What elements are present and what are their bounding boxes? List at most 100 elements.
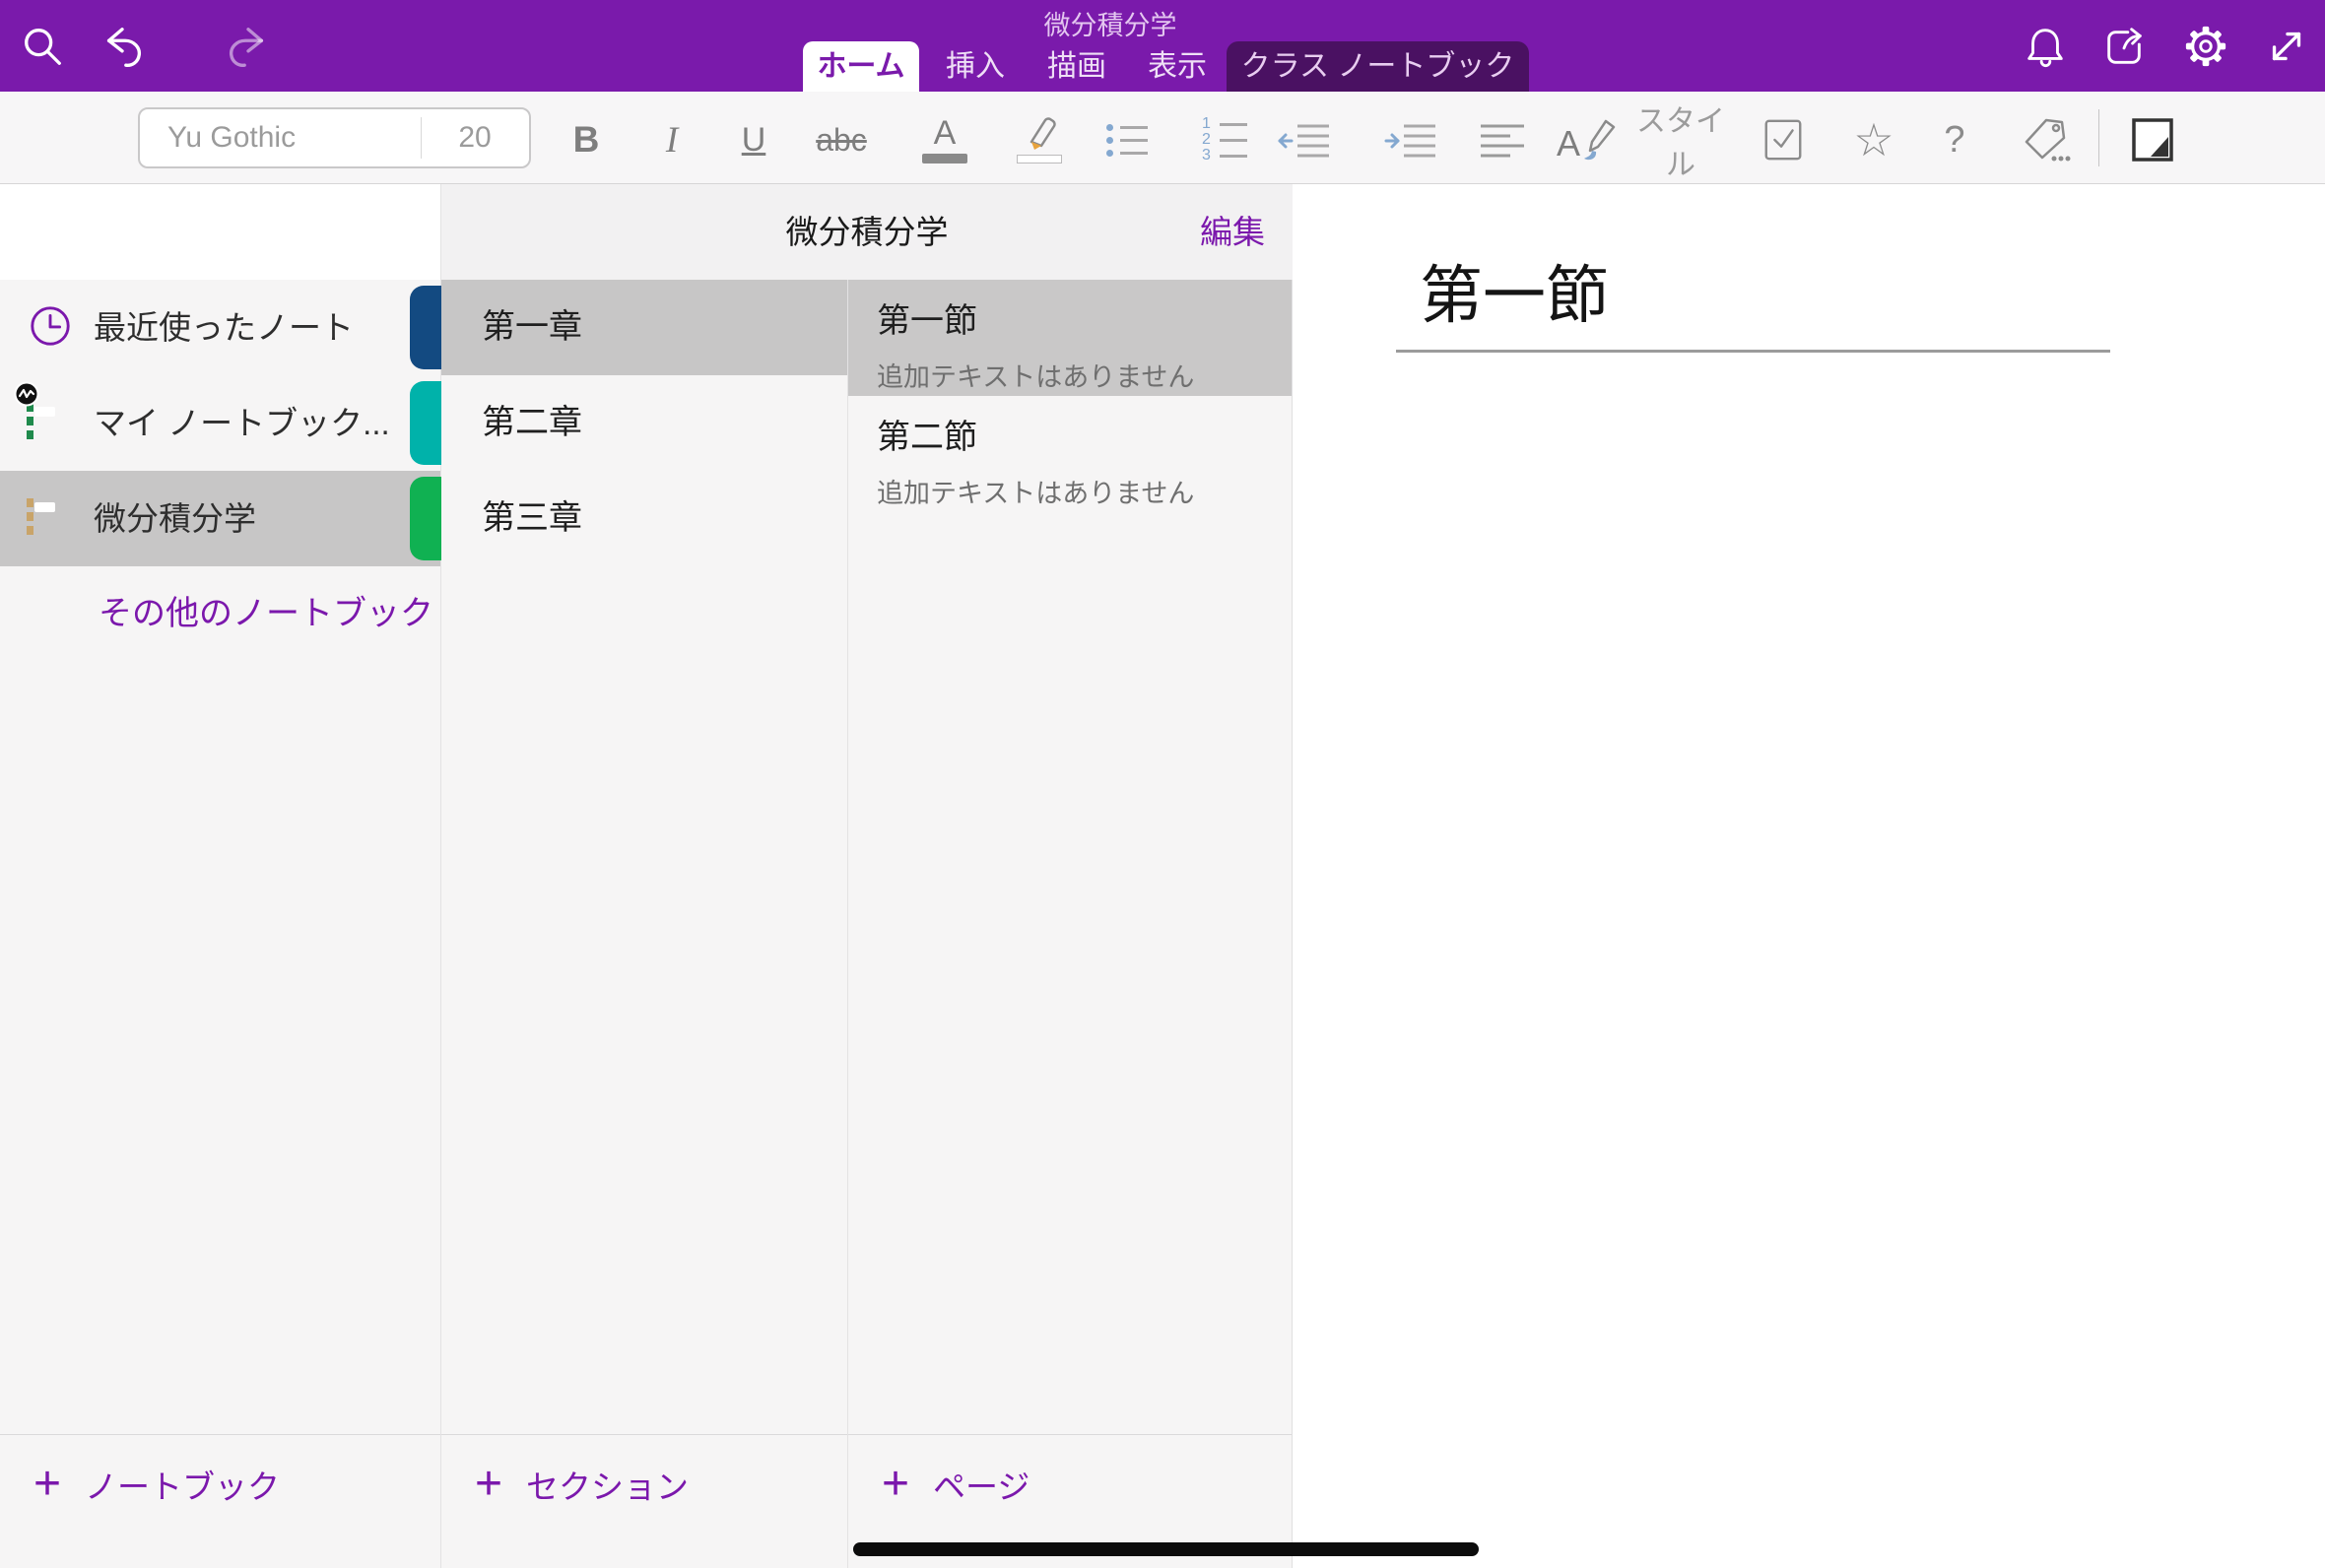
underline-button[interactable]: U <box>726 116 781 163</box>
edit-button[interactable]: 編集 <box>1200 184 1265 280</box>
notebook-color-tab <box>410 477 441 560</box>
style-label: スタイル <box>1628 97 1734 183</box>
redo-icon <box>178 24 224 69</box>
clock-icon <box>28 303 75 353</box>
section-item-chapter3[interactable]: 第三章 <box>441 471 847 566</box>
checkbox-icon <box>1760 117 1806 163</box>
sidebar-item-my-notebook[interactable]: マイ ノートブック... <box>0 375 440 471</box>
bold-icon: B <box>573 119 600 161</box>
notebook-list: 最近使ったノート マイ ノートブック... 微分積分学 <box>0 280 440 566</box>
indent-icon <box>1384 118 1439 162</box>
question-tag-button[interactable]: ? <box>1927 116 1982 163</box>
notebook-label: 微分積分学 <box>94 471 256 566</box>
sidebar-footer: + ノートブック <box>0 1434 440 1568</box>
sections-panel: 第一章 第二章 第三章 + セクション <box>441 184 848 1568</box>
settings-button[interactable] <box>2183 24 2228 69</box>
search-icon <box>20 24 65 69</box>
outdent-icon <box>1278 118 1333 162</box>
app-header: 微分積分学 ホーム 挿入 描画 表示 クラス ノートブック <box>0 0 2325 92</box>
font-name-value[interactable]: Yu Gothic <box>167 109 296 166</box>
sidebar-item-calculus[interactable]: 微分積分学 <box>0 471 440 566</box>
page-title: 第一節 <box>877 294 1292 342</box>
highlighter-button[interactable] <box>1008 116 1071 163</box>
notebook-icon <box>28 494 75 544</box>
font-color-icon: A <box>922 116 967 163</box>
numbered-list-icon: 1 2 3 <box>1200 119 1247 161</box>
question-mark-icon: ? <box>1944 119 1964 162</box>
notebook-color-tab <box>410 381 441 465</box>
more-notebooks-link[interactable]: その他のノートブック <box>99 586 433 634</box>
format-pane-button[interactable] <box>2125 116 2180 163</box>
star-icon: ☆ <box>1853 117 1893 163</box>
strikethrough-icon: abc <box>816 122 867 159</box>
tab-home[interactable]: ホーム <box>803 41 919 92</box>
home-indicator[interactable] <box>853 1542 1479 1556</box>
bullet-list-icon <box>1106 124 1148 157</box>
section-list: 第一章 第二章 第三章 <box>441 280 847 566</box>
share-button[interactable] <box>2101 24 2147 69</box>
add-page-button[interactable]: + ページ <box>882 1461 1030 1508</box>
bold-button[interactable]: B <box>559 116 614 163</box>
strikethrough-button[interactable]: abc <box>807 116 876 163</box>
page-subtitle: 追加テキストはありません <box>877 472 1292 510</box>
page-title-underline <box>1396 350 2110 353</box>
notebook-sync-icon <box>28 399 75 448</box>
tab-view[interactable]: 表示 <box>1138 41 1217 92</box>
notebook-title: 微分積分学 <box>1044 4 1177 42</box>
numbered-list-button[interactable]: 1 2 3 <box>1194 116 1253 163</box>
important-tag-button[interactable]: ☆ <box>1844 116 1903 163</box>
font-selector[interactable]: Yu Gothic 20 <box>138 107 531 168</box>
add-notebook-button[interactable]: + ノートブック <box>33 1461 280 1508</box>
style-icon: A <box>1557 119 1616 161</box>
sidebar-item-recent-notes[interactable]: 最近使ったノート <box>0 280 440 375</box>
font-color-button[interactable]: A <box>913 116 976 163</box>
sections-footer: + セクション <box>441 1434 847 1568</box>
page-item-section1[interactable]: 第一節 追加テキストはありません <box>848 280 1292 396</box>
notifications-button[interactable] <box>2023 24 2068 69</box>
page-canvas-title[interactable]: 第一節 <box>1420 245 1609 336</box>
sidebar-top-area <box>0 184 440 280</box>
italic-icon: I <box>666 119 678 162</box>
share-icon <box>2101 24 2147 69</box>
todo-tag-button[interactable] <box>1756 116 1811 163</box>
plus-icon: + <box>475 1461 502 1508</box>
search-button[interactable] <box>20 24 65 69</box>
alignment-button[interactable] <box>1473 116 1532 163</box>
onenote-app: 微分積分学 ホーム 挿入 描画 表示 クラス ノートブック <box>0 0 2325 1568</box>
format-pane-icon <box>2130 117 2175 163</box>
redo-button[interactable] <box>178 24 224 69</box>
align-icon <box>1479 118 1526 162</box>
format-toolbar: Yu Gothic 20 B I U abc A <box>0 92 2325 184</box>
page-subtitle: 追加テキストはありません <box>877 356 1292 394</box>
add-section-label: セクション <box>526 1461 689 1508</box>
italic-button[interactable]: I <box>644 116 699 163</box>
section-item-chapter2[interactable]: 第二章 <box>441 375 847 471</box>
indent-button[interactable] <box>1379 116 1444 163</box>
undo-button[interactable] <box>100 24 145 69</box>
undo-icon <box>100 24 145 69</box>
plus-icon: + <box>882 1461 909 1508</box>
add-page-label: ページ <box>933 1461 1030 1508</box>
page-list: 第一節 追加テキストはありません 第二節 追加テキストはありません <box>848 280 1292 512</box>
tag-button[interactable] <box>2015 116 2078 163</box>
outdent-button[interactable] <box>1273 116 1338 163</box>
plus-icon: + <box>33 1461 61 1508</box>
notebook-color-tab <box>410 286 441 369</box>
bullet-list-button[interactable] <box>1097 116 1157 163</box>
styles-button[interactable]: A スタイル <box>1557 116 1734 163</box>
notebook-label: マイ ノートブック... <box>94 375 390 471</box>
page-canvas[interactable]: 第一節 <box>1293 184 2325 1568</box>
font-size-value[interactable]: 20 <box>421 109 529 166</box>
pages-panel: 第一節 追加テキストはありません 第二節 追加テキストはありません + ページ <box>848 184 1293 1568</box>
tab-draw[interactable]: 描画 <box>1037 41 1116 92</box>
section-item-chapter1[interactable]: 第一章 <box>441 280 847 375</box>
tab-class-notebook[interactable]: クラス ノートブック <box>1227 41 1529 92</box>
add-section-button[interactable]: + セクション <box>475 1461 689 1508</box>
toolbar-divider <box>2098 109 2099 166</box>
expand-icon <box>2264 24 2309 69</box>
highlighter-icon <box>1017 116 1062 163</box>
fullscreen-button[interactable] <box>2264 24 2309 69</box>
notebook-header-title: 微分積分学 <box>441 184 1293 280</box>
page-item-section2[interactable]: 第二節 追加テキストはありません <box>848 396 1292 512</box>
tab-insert[interactable]: 挿入 <box>936 41 1015 92</box>
